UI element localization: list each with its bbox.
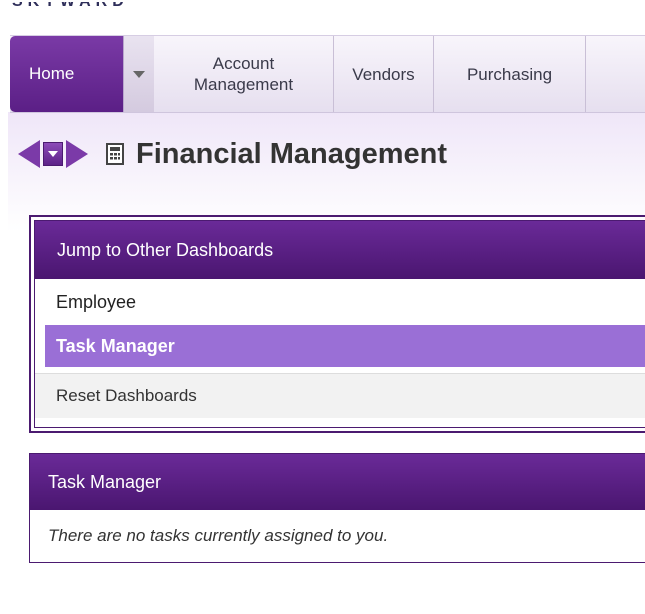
- nav-home-button[interactable]: Home: [10, 64, 123, 84]
- nav-account-label-line1: Account: [212, 54, 275, 73]
- task-manager-panel: Task Manager There are no tasks currentl…: [29, 453, 645, 563]
- jump-dashboards-panel: Jump to Other Dashboards Employee Task M…: [29, 215, 645, 433]
- skyward-logo: SKYWARD: [12, 2, 129, 16]
- calculator-icon: [106, 143, 124, 165]
- dashboard-link-employee[interactable]: Employee: [35, 279, 645, 325]
- top-navbar: Home Account Management Vendors Purchasi…: [10, 35, 645, 113]
- task-panel-header: Task Manager: [30, 454, 645, 510]
- reset-dashboards-link[interactable]: Reset Dashboards: [35, 373, 645, 418]
- page-title: Financial Management: [136, 137, 448, 170]
- history-dropdown-button[interactable]: [43, 142, 63, 166]
- back-arrow-icon[interactable]: [18, 140, 40, 168]
- forward-arrow-icon[interactable]: [66, 140, 88, 168]
- nav-vendors[interactable]: Vendors: [334, 36, 434, 112]
- task-empty-message: There are no tasks currently assigned to…: [48, 526, 389, 545]
- nav-purchasing[interactable]: Purchasing: [434, 36, 586, 112]
- nav-account-management[interactable]: Account Management: [154, 36, 334, 112]
- jump-panel-header: Jump to Other Dashboards: [35, 221, 645, 279]
- nav-home: Home: [10, 36, 154, 112]
- chevron-down-icon: [133, 70, 145, 78]
- nav-account-label-line2: Management: [193, 75, 294, 94]
- dashboard-link-task-manager[interactable]: Task Manager: [45, 325, 645, 367]
- home-dropdown-button[interactable]: [123, 36, 154, 112]
- page-header: Financial Management: [18, 134, 447, 174]
- chevron-down-icon: [48, 151, 58, 157]
